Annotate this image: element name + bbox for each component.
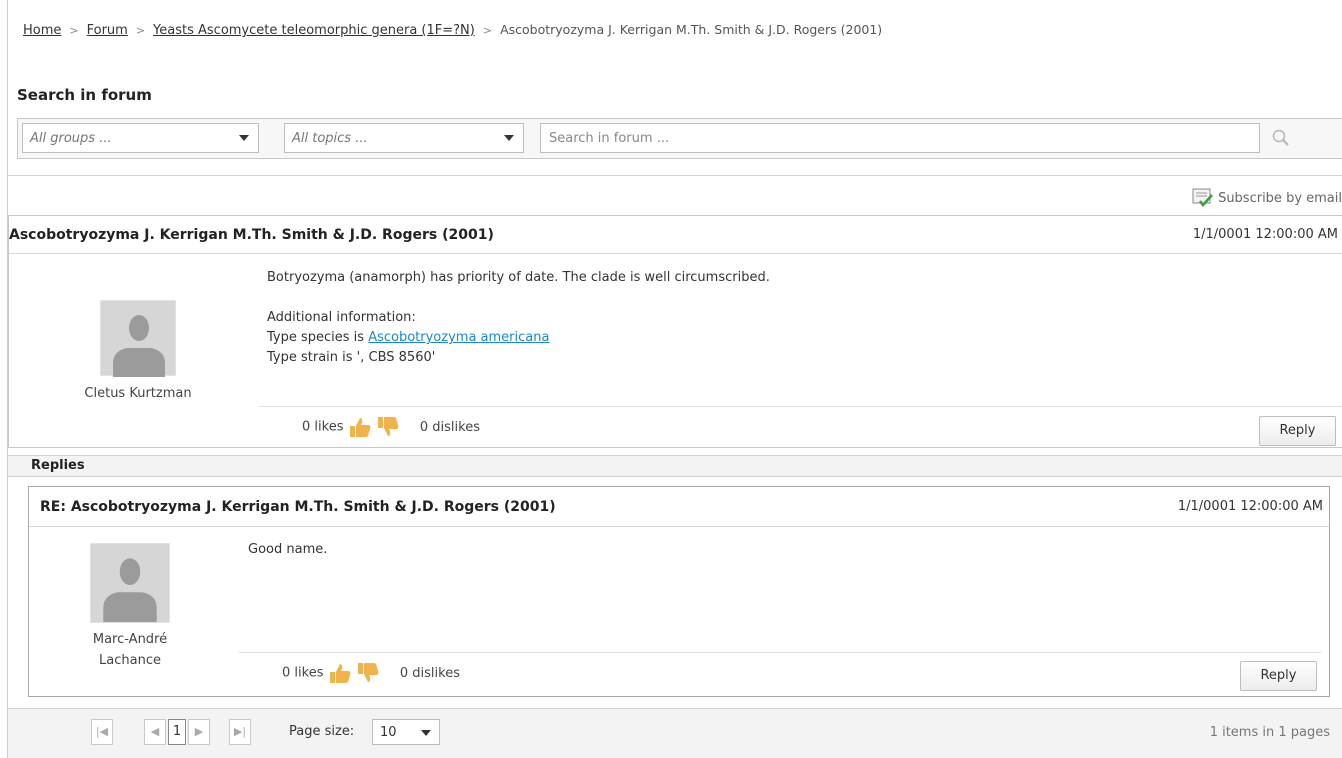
pager-first-button[interactable]: |◀ [91,719,113,745]
reply-author[interactable]: Marc-André Lachance [59,629,201,671]
reply-button[interactable]: Reply [1259,416,1336,446]
post-body: Botryozyma (anamorph) has priority of da… [267,268,770,368]
dislikes-count: 0 dislikes [419,419,480,435]
search-button[interactable] [1264,123,1298,153]
email-subscribe-icon [1192,188,1213,207]
thumbs-down-icon[interactable] [376,416,400,438]
search-title: Search in forum [17,86,152,104]
breadcrumb-group-link[interactable]: Yeasts Ascomycete teleomorphic genera (1… [153,23,475,38]
user-avatar-icon [113,315,165,377]
breadcrumb-current: Ascobotryozyma J. Kerrigan M.Th. Smith &… [500,22,883,37]
dislikes-count: 0 dislikes [399,665,460,681]
likes-count: 0 likes [282,665,324,681]
breadcrumb-separator: > [482,24,493,37]
page-size-value: 10 [380,725,397,740]
post-body-line: Botryozyma (anamorph) has priority of da… [267,270,770,285]
subscribe-by-email-link[interactable]: Subscribe by email [1192,188,1342,208]
search-input[interactable] [540,123,1260,153]
chevron-down-icon [504,135,514,141]
section-divider [8,175,1342,176]
user-avatar-icon [103,558,157,622]
groups-dropdown-value: All groups ... [30,131,112,146]
subscribe-label: Subscribe by email [1218,190,1342,206]
breadcrumb-forum-link[interactable]: Forum [87,23,128,38]
post-author[interactable]: Cletus Kurtzman [59,383,217,404]
reply-button[interactable]: Reply [1240,661,1317,691]
post-rating: 0 likes 0 dislikes [302,416,480,438]
reply-author-first: Marc-André [92,632,168,647]
reply-title: RE: Ascobotryozyma J. Kerrigan M.Th. Smi… [40,499,556,515]
post-header: Ascobotryozyma J. Kerrigan M.Th. Smith &… [9,216,1342,254]
post-date: 1/1/0001 12:00:00 AM [1192,227,1338,242]
reply-actions-divider [239,652,1321,653]
topics-dropdown-value: All topics ... [292,131,368,146]
breadcrumb-separator: > [69,24,79,37]
post-body-line: Type strain is ', CBS 8560' [267,350,436,365]
reply-header: RE: Ascobotryozyma J. Kerrigan M.Th. Smi… [29,487,1329,527]
pager-summary: 1 items in 1 pages [1209,725,1330,740]
breadcrumb-home-link[interactable]: Home [23,23,61,38]
chevron-down-icon [421,730,431,736]
topics-dropdown[interactable]: All topics ... [284,123,524,153]
thumbs-down-icon[interactable] [356,662,380,684]
replies-label: Replies [31,458,85,473]
thumbs-up-icon[interactable] [328,662,352,684]
pager: |◀ ◀ 1 ▶ ▶| Page size: 10 1 items in 1 p… [8,708,1342,758]
post-body-line: Type species is Ascobotryozyma americana [267,328,770,348]
reply-body: Good name. [248,542,328,557]
search-bar: All groups ... All topics ... [17,118,1342,159]
reply-author-last: Lachance [99,653,161,668]
pager-last-button[interactable]: ▶| [229,719,251,745]
type-species-link[interactable]: Ascobotryozyma americana [368,330,549,345]
pager-prev-button[interactable]: ◀ [144,719,166,745]
post-actions-divider [259,406,1342,407]
likes-count: 0 likes [302,419,344,435]
avatar [90,543,170,623]
reply-post: RE: Ascobotryozyma J. Kerrigan M.Th. Smi… [28,486,1330,697]
post-title: Ascobotryozyma J. Kerrigan M.Th. Smith &… [9,227,494,243]
groups-dropdown[interactable]: All groups ... [22,123,259,153]
reply-rating: 0 likes 0 dislikes [282,662,460,684]
avatar [100,300,176,377]
search-icon [1272,129,1289,146]
breadcrumb: Home > Forum > Yeasts Ascomycete teleomorphi… [23,22,882,38]
post-body-line: Additional information: [267,310,416,325]
page-size-label: Page size: [289,724,355,739]
type-species-label: Type species is [267,330,369,345]
reply-date: 1/1/0001 12:00:00 AM [1177,499,1323,514]
pager-current-page[interactable]: 1 [168,719,186,745]
breadcrumb-separator: > [135,24,146,37]
page-size-dropdown[interactable]: 10 [372,719,440,745]
pager-next-button[interactable]: ▶ [188,719,210,745]
replies-header: Replies [8,455,1342,477]
thumbs-up-icon[interactable] [348,416,372,438]
chevron-down-icon [239,135,249,141]
forum-post: Ascobotryozyma J. Kerrigan M.Th. Smith &… [8,215,1342,448]
